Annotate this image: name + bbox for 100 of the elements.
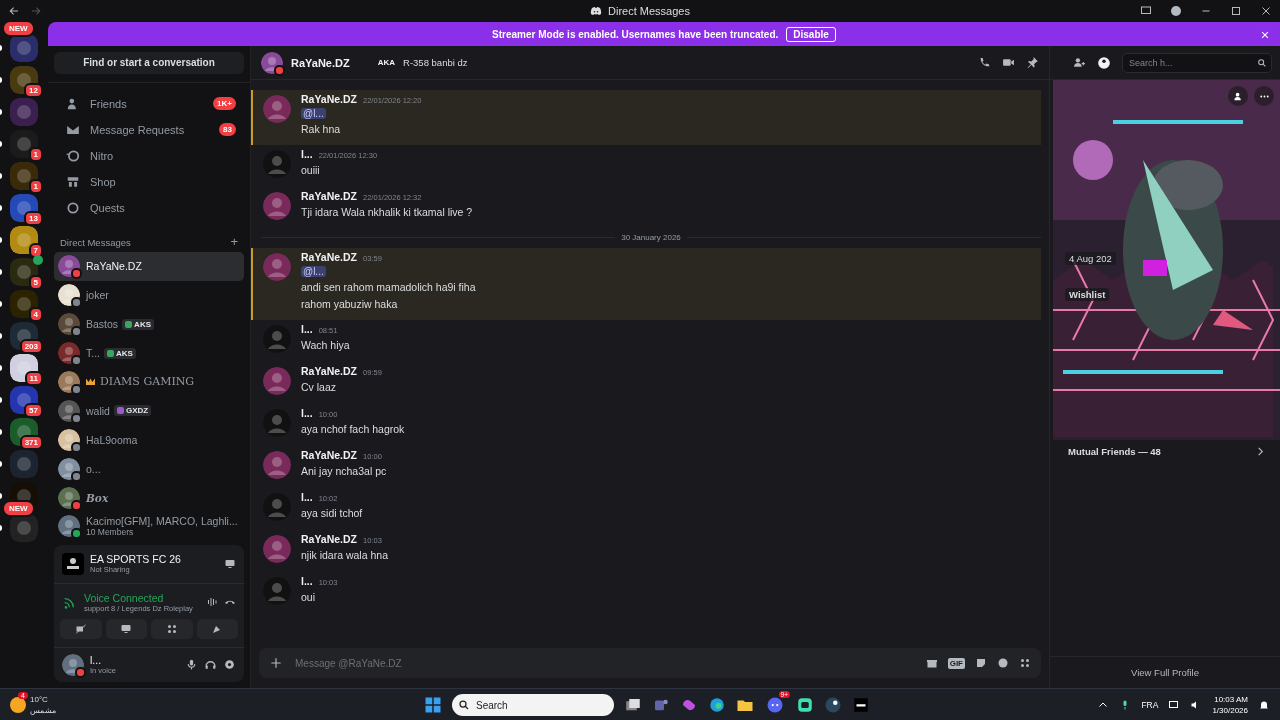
guild-tag: AKS bbox=[122, 318, 154, 330]
author-name[interactable]: l... bbox=[301, 323, 313, 335]
shop-icon[interactable] bbox=[66, 174, 80, 189]
nav-item[interactable]: Friends 1K+ bbox=[54, 90, 244, 117]
find-conversation-button[interactable]: Find or start a conversation bbox=[54, 52, 244, 74]
search-icon bbox=[1257, 57, 1267, 68]
message-text: rahom yabuziw haka bbox=[301, 297, 399, 311]
sticker-icon[interactable] bbox=[975, 657, 987, 669]
author-name[interactable]: RaYaNe.DZ bbox=[301, 93, 358, 105]
clock-date[interactable]: 1/30/2026 bbox=[1212, 705, 1248, 716]
author-name[interactable]: RaYaNe.DZ bbox=[301, 449, 358, 461]
author-name[interactable]: l... bbox=[301, 491, 313, 503]
voice-activity-icon[interactable] bbox=[206, 596, 218, 609]
microphone-icon[interactable] bbox=[185, 658, 198, 672]
mention[interactable]: @l... bbox=[301, 266, 326, 277]
add-people-icon[interactable] bbox=[1073, 56, 1086, 69]
quests-icon[interactable] bbox=[66, 200, 80, 215]
add-dm-button[interactable]: + bbox=[230, 236, 238, 248]
close-icon[interactable] bbox=[1260, 5, 1272, 17]
author-name[interactable]: l... bbox=[301, 575, 313, 587]
author-name[interactable]: l... bbox=[301, 407, 313, 419]
mention-badge: 371 bbox=[19, 435, 43, 450]
nitro-icon[interactable] bbox=[66, 148, 80, 163]
author-name[interactable]: l... bbox=[301, 148, 313, 160]
weather-icon[interactable] bbox=[10, 697, 26, 713]
search-field[interactable]: Search h... bbox=[1122, 52, 1272, 73]
dm-item[interactable]: T... AKS bbox=[54, 338, 244, 368]
view-full-profile-link[interactable]: View Full Profile bbox=[1131, 667, 1199, 678]
message-text: njik idara wala hna bbox=[301, 548, 388, 562]
apps-icon[interactable] bbox=[1019, 657, 1031, 669]
taskbar-search[interactable]: Search bbox=[452, 694, 614, 716]
close-icon[interactable] bbox=[1260, 30, 1270, 40]
server-icon[interactable] bbox=[10, 322, 38, 350]
chat-app-icon[interactable] bbox=[796, 696, 814, 714]
pin-icon[interactable] bbox=[1026, 56, 1039, 69]
dm-name: Box bbox=[86, 491, 109, 504]
dm-item[interactable]: walid GXDZ bbox=[54, 396, 244, 426]
start-icon[interactable] bbox=[424, 696, 442, 714]
language-indicator[interactable]: FRA bbox=[1141, 700, 1159, 710]
mention[interactable]: @l... bbox=[301, 108, 326, 119]
settings-icon[interactable] bbox=[223, 658, 236, 672]
chevron-icon bbox=[1255, 446, 1266, 457]
message-field[interactable]: Message @RaYaNe.DZ GIF bbox=[259, 648, 1041, 678]
voice-status: Voice Connected bbox=[84, 591, 165, 604]
video-call-icon[interactable] bbox=[1002, 56, 1015, 69]
gift-icon[interactable] bbox=[925, 657, 938, 669]
dm-item[interactable]: joker bbox=[54, 280, 244, 310]
screen-share-icon[interactable] bbox=[224, 557, 236, 570]
mutual-friends-row[interactable]: Mutual Friends — 48 bbox=[1068, 446, 1266, 457]
server-icon[interactable] bbox=[10, 290, 38, 318]
author-name[interactable]: RaYaNe.DZ bbox=[301, 365, 358, 377]
gif-button[interactable]: GIF bbox=[947, 657, 965, 669]
voice-call-icon[interactable] bbox=[978, 56, 991, 69]
screen-icon[interactable] bbox=[1140, 5, 1152, 17]
bell-icon[interactable] bbox=[1258, 699, 1270, 711]
avatar bbox=[263, 535, 291, 563]
clock-time[interactable]: 10:03 AM bbox=[1214, 694, 1248, 705]
message-text: andi sen rahom mamadolich ha9i fiha bbox=[301, 280, 476, 294]
maximize-icon[interactable] bbox=[1230, 5, 1242, 17]
server-icon[interactable] bbox=[10, 386, 38, 414]
game-app-icon[interactable] bbox=[852, 696, 870, 714]
server-icon[interactable] bbox=[10, 194, 38, 222]
dm-item[interactable]: HaL9ooma bbox=[54, 425, 244, 455]
server-icon[interactable] bbox=[10, 66, 38, 94]
user-profile-icon[interactable] bbox=[1097, 55, 1111, 70]
nav-label: Shop bbox=[90, 175, 117, 188]
nav-item[interactable]: Shop bbox=[54, 168, 244, 195]
disable-button[interactable]: Disable bbox=[786, 26, 836, 42]
network-icon[interactable] bbox=[1168, 699, 1181, 711]
dm-item[interactable]: o... bbox=[54, 454, 244, 484]
soundboard-button[interactable] bbox=[196, 618, 238, 639]
message-text: Wach hiya bbox=[301, 338, 350, 352]
dm-item[interactable]: RaYaNe.DZ bbox=[54, 251, 244, 281]
headphones-icon[interactable] bbox=[204, 658, 217, 672]
nav-item[interactable]: Nitro bbox=[54, 142, 244, 169]
author-name[interactable]: RaYaNe.DZ bbox=[301, 533, 358, 545]
avatar bbox=[263, 577, 291, 605]
new-badge: NEW bbox=[2, 500, 35, 517]
back-arrow-icon[interactable] bbox=[8, 5, 20, 17]
activities-button[interactable] bbox=[151, 618, 193, 639]
channel-name: RaYaNe.DZ bbox=[291, 56, 350, 69]
section-header: Direct Messages bbox=[60, 236, 131, 248]
add-icon[interactable] bbox=[269, 656, 283, 670]
dm-item[interactable]: Kacimo[GFM], MARCO, Laghli... 10 Members bbox=[54, 512, 244, 541]
nav-item[interactable]: Quests bbox=[54, 194, 244, 221]
member-count: 10 Members bbox=[86, 527, 134, 538]
screen-share-button[interactable] bbox=[105, 618, 147, 639]
dm-item[interactable]: Box bbox=[54, 483, 244, 512]
message-text: Rak hna bbox=[301, 122, 342, 136]
server-icon[interactable] bbox=[10, 258, 38, 286]
mention-badge: 203 bbox=[19, 339, 43, 354]
server-icon[interactable] bbox=[10, 354, 38, 382]
server-icon[interactable] bbox=[10, 226, 38, 254]
camera-off-button[interactable] bbox=[60, 618, 102, 639]
dm-name: Kacimo[GFM], MARCO, Laghli... bbox=[86, 515, 238, 528]
author-name[interactable]: RaYaNe.DZ bbox=[301, 190, 358, 202]
author-name[interactable]: RaYaNe.DZ bbox=[301, 251, 358, 263]
dm-item[interactable]: DIAMS GAMING bbox=[54, 367, 244, 397]
nav-item[interactable]: Message Requests 83 bbox=[54, 116, 244, 143]
dm-item[interactable]: Bastos AKS bbox=[54, 309, 244, 339]
